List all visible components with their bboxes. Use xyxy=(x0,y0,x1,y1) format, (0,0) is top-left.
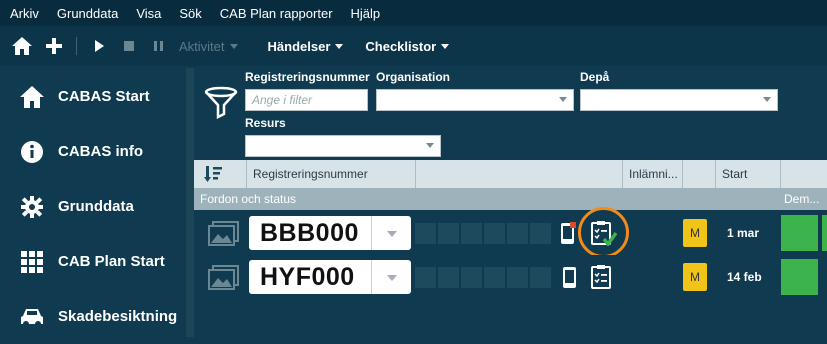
empty-column-header xyxy=(415,160,622,188)
start-date: 1 mar xyxy=(727,226,760,240)
registreringsnummer-filter-label: Registreringsnummer xyxy=(245,70,370,84)
aktivitet-dropdown[interactable]: Aktivitet xyxy=(179,39,238,54)
aktivitet-label: Aktivitet xyxy=(179,38,225,54)
inlamning-column-header[interactable]: Inlämni... xyxy=(622,160,682,188)
group-row: Fordon och status Dem... xyxy=(194,188,827,210)
handelser-label: Händelser xyxy=(267,38,331,54)
home-icon[interactable] xyxy=(10,34,34,58)
extra-column-header xyxy=(780,160,827,188)
table-header: Registreringsnummer Inlämni... Start xyxy=(194,160,827,188)
gear-icon xyxy=(16,195,48,219)
group-right-label: Dem... xyxy=(784,192,820,206)
sidebar-item-label: CABAS Start xyxy=(58,88,150,105)
status-segment xyxy=(484,267,505,288)
menu-visa[interactable]: Visa xyxy=(127,6,170,21)
filter-panel: Registreringsnummer Ange i filter Organi… xyxy=(194,66,827,160)
sidebar-item-cabas-info[interactable]: CABAS info xyxy=(0,124,186,179)
organisation-filter-label: Organisation xyxy=(376,70,451,84)
status-segment xyxy=(415,267,436,288)
status-segment xyxy=(507,267,528,288)
sidebar-item-skadebesiktning[interactable]: Skadebesiktning xyxy=(0,289,186,344)
status-segment xyxy=(438,267,459,288)
depa-filter-label: Depå xyxy=(580,70,610,84)
sidebar-item-cab-plan-start[interactable]: CAB Plan Start xyxy=(0,234,186,289)
chevron-down-icon xyxy=(763,97,771,102)
plate-text: HYF000 xyxy=(260,263,355,291)
group-label: Fordon och status xyxy=(200,192,297,206)
checklistor-label: Checklistor xyxy=(365,38,437,54)
status-column-header xyxy=(682,160,715,188)
sidebar: CABAS Start CABAS info Grunddata CAB Pla… xyxy=(0,66,186,337)
status-segment xyxy=(530,267,551,288)
phone-icon[interactable] xyxy=(562,266,578,294)
chevron-down-icon xyxy=(426,143,434,148)
sort-icon xyxy=(204,166,222,182)
menu-arkiv[interactable]: Arkiv xyxy=(0,6,48,21)
progress-segment[interactable] xyxy=(781,215,818,251)
organisation-filter-select[interactable] xyxy=(376,89,574,111)
status-badge[interactable]: M xyxy=(683,219,707,247)
progress-segment[interactable] xyxy=(781,259,818,295)
handelser-dropdown[interactable]: Händelser xyxy=(268,39,344,54)
plate-text: BBB000 xyxy=(260,219,359,247)
car-icon xyxy=(16,306,48,328)
sidebar-item-label: CAB Plan Start xyxy=(58,253,165,270)
plate-select[interactable]: BBB000 xyxy=(249,216,411,250)
chevron-down-icon[interactable] xyxy=(371,260,411,294)
plate-select[interactable]: HYF000 xyxy=(249,260,411,294)
sidebar-item-label: Grunddata xyxy=(58,198,134,215)
chevron-down-icon xyxy=(441,43,450,49)
menu-hjalp[interactable]: Hjälp xyxy=(342,6,390,21)
start-date: 14 feb xyxy=(727,270,762,284)
chevron-down-icon xyxy=(229,43,238,49)
status-segment xyxy=(415,223,436,244)
menu-bar: Arkiv Grunddata Visa Sök CAB Plan rappor… xyxy=(0,0,827,26)
chevron-down-icon xyxy=(559,97,567,102)
menu-sok[interactable]: Sök xyxy=(170,6,210,21)
stop-icon[interactable] xyxy=(117,34,141,58)
depa-filter-select[interactable] xyxy=(580,89,778,111)
chevron-down-icon xyxy=(335,43,344,49)
resurs-filter-label: Resurs xyxy=(245,116,286,130)
sidebar-item-label: Skadebesiktning xyxy=(58,308,178,325)
toolbar-divider xyxy=(76,37,77,55)
registreringsnummer-filter-placeholder: Ange i filter xyxy=(252,93,313,107)
plus-icon[interactable] xyxy=(42,34,66,58)
status-segment xyxy=(461,267,482,288)
sidebar-item-cabas-start[interactable]: CABAS Start xyxy=(0,69,186,124)
image-icon[interactable] xyxy=(208,265,240,296)
table-row[interactable]: HYF000 M 14 feb xyxy=(194,255,827,299)
resurs-filter-select[interactable] xyxy=(245,135,441,157)
checklist-done-icon[interactable] xyxy=(591,220,618,251)
start-column-header[interactable]: Start xyxy=(715,160,780,188)
filter-icon[interactable] xyxy=(204,86,238,125)
sidebar-item-grunddata[interactable]: Grunddata xyxy=(0,179,186,234)
home-icon xyxy=(16,85,48,109)
chevron-down-icon[interactable] xyxy=(371,216,411,250)
menu-cab-plan-rapporter[interactable]: CAB Plan rapporter xyxy=(211,6,342,21)
status-segment xyxy=(484,223,505,244)
toolbar: Aktivitet Händelser Checklistor xyxy=(0,26,827,66)
status-segment xyxy=(530,223,551,244)
checklist-icon[interactable] xyxy=(591,264,613,295)
play-icon[interactable] xyxy=(87,34,111,58)
image-icon[interactable] xyxy=(208,221,240,252)
table-row[interactable]: BBB000 M 1 mar xyxy=(194,207,827,258)
pause-icon[interactable] xyxy=(147,34,171,58)
status-segment xyxy=(507,223,528,244)
info-icon xyxy=(16,140,48,164)
sidebar-scrollbar[interactable] xyxy=(186,68,194,337)
progress-segment[interactable] xyxy=(822,215,827,251)
checklistor-dropdown[interactable]: Checklistor xyxy=(365,38,450,54)
registreringsnummer-column-header[interactable]: Registreringsnummer xyxy=(246,160,415,188)
sort-column-header[interactable] xyxy=(194,160,246,188)
grid-icon xyxy=(16,250,48,273)
registreringsnummer-filter-input[interactable]: Ange i filter xyxy=(245,89,368,111)
status-segment xyxy=(461,223,482,244)
status-badge[interactable]: M xyxy=(683,263,707,291)
phone-alert-icon[interactable] xyxy=(560,222,576,250)
menu-grunddata[interactable]: Grunddata xyxy=(48,6,127,21)
status-segment xyxy=(438,223,459,244)
sidebar-item-label: CABAS info xyxy=(58,143,143,160)
